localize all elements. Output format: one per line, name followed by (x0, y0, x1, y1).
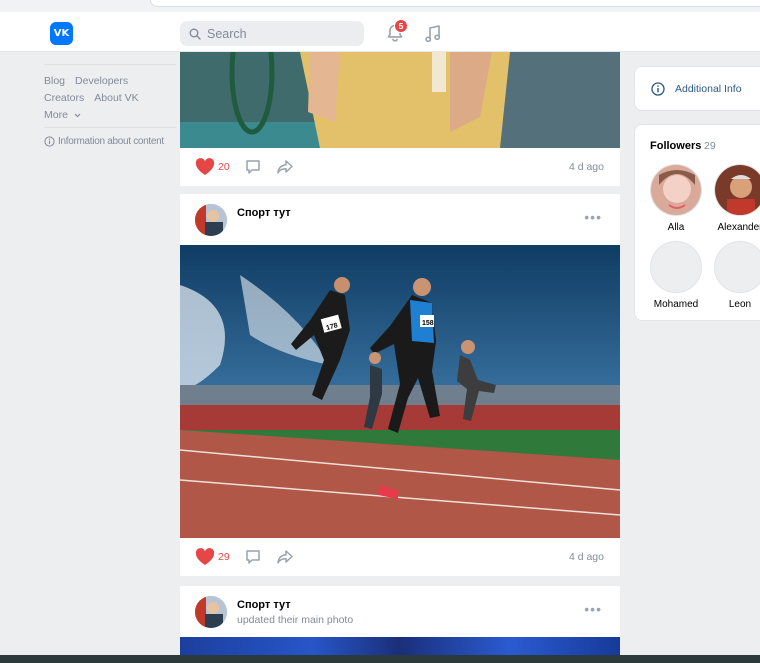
follower-item[interactable]: Leon (714, 241, 760, 310)
follower-item[interactable]: Alexander (714, 164, 760, 233)
like-count: 29 (218, 551, 230, 563)
nav-row-1: Blog Developers (44, 75, 176, 87)
follower-name: Mohamed (653, 299, 699, 310)
nav-link-about[interactable]: About VK (94, 92, 138, 104)
post-header: Спорт тут ••• (180, 194, 620, 240)
follower-item[interactable]: Mohamed (650, 241, 702, 310)
nav-link-creators[interactable]: Creators (44, 92, 84, 104)
taskbar-strip (0, 655, 760, 663)
music-icon[interactable] (422, 23, 444, 45)
news-feed: 20 4 d ago Спорт тут ••• 158 178 29 4 d … (180, 52, 620, 663)
nav-link-blog[interactable]: Blog (44, 75, 65, 87)
right-column: Additional Info Followers 29 Alla Alexan… (634, 66, 760, 321)
post-header: Спорт тут updated their main photo ••• (180, 586, 620, 632)
left-nav: Blog Developers Creators About VK More I… (44, 64, 176, 147)
vk-logo[interactable]: VK (50, 22, 73, 45)
more-options-icon[interactable]: ••• (584, 601, 602, 617)
nav-link-developers[interactable]: Developers (75, 75, 128, 87)
divider (44, 64, 176, 65)
heart-icon (195, 158, 215, 175)
info-icon (651, 81, 665, 96)
share-icon[interactable] (276, 548, 294, 566)
search-input[interactable] (207, 26, 347, 41)
post-photo-tennis[interactable] (180, 52, 620, 148)
bib-158: 158 (422, 320, 434, 327)
divider (44, 127, 176, 128)
post-actions: 20 4 d ago (180, 148, 620, 186)
like-button[interactable]: 29 (195, 548, 230, 566)
nav-more[interactable]: More (44, 109, 176, 121)
post-time[interactable]: 4 d ago (569, 161, 604, 173)
post-author[interactable]: Спорт тут (237, 599, 291, 611)
post-author[interactable]: Спорт тут (237, 207, 291, 219)
avatar[interactable] (195, 204, 227, 236)
follower-item[interactable]: Alla (650, 164, 702, 233)
additional-info-button[interactable]: Additional Info (634, 66, 760, 111)
info-icon (44, 136, 55, 147)
followers-card: Followers 29 Alla Alexander Mohamed Leon (634, 124, 760, 321)
additional-info-label: Additional Info (675, 82, 742, 95)
follower-name: Alla (667, 222, 685, 233)
nav-row-2: Creators About VK (44, 92, 176, 104)
follower-name: Alexander (717, 222, 760, 233)
post-time[interactable]: 4 d ago (569, 551, 604, 563)
like-button[interactable]: 20 (195, 158, 230, 176)
avatar-placeholder (650, 241, 702, 293)
notification-badge: 5 (394, 19, 408, 33)
nav-more-label: More (44, 109, 68, 121)
information-about-content-link[interactable]: Information about content (44, 136, 176, 147)
post-photo-runners[interactable]: 158 178 (180, 245, 620, 540)
avatar-placeholder (714, 241, 760, 293)
top-bar: VK 5 (0, 0, 760, 52)
heart-icon (195, 548, 215, 565)
follower-name: Leon (728, 299, 752, 310)
avatar (714, 164, 760, 216)
post-actions: 29 4 d ago (180, 538, 620, 576)
chevron-down-icon (74, 113, 81, 117)
post-subtitle: updated their main photo (237, 614, 354, 626)
post-card: Спорт тут updated their main photo ••• (180, 578, 620, 663)
like-count: 20 (218, 161, 230, 173)
browser-strip (0, 0, 760, 12)
followers-title[interactable]: Followers (650, 140, 701, 152)
share-icon[interactable] (276, 158, 294, 176)
avatar[interactable] (195, 596, 227, 628)
comment-icon[interactable] (244, 158, 262, 176)
info-label: Information about content (58, 136, 164, 147)
search-box[interactable] (180, 21, 364, 46)
followers-count: 29 (704, 140, 716, 152)
post-card: Спорт тут ••• 158 178 (180, 186, 620, 571)
avatar (650, 164, 702, 216)
comment-icon[interactable] (244, 548, 262, 566)
more-options-icon[interactable]: ••• (584, 209, 602, 225)
search-icon (189, 28, 201, 40)
